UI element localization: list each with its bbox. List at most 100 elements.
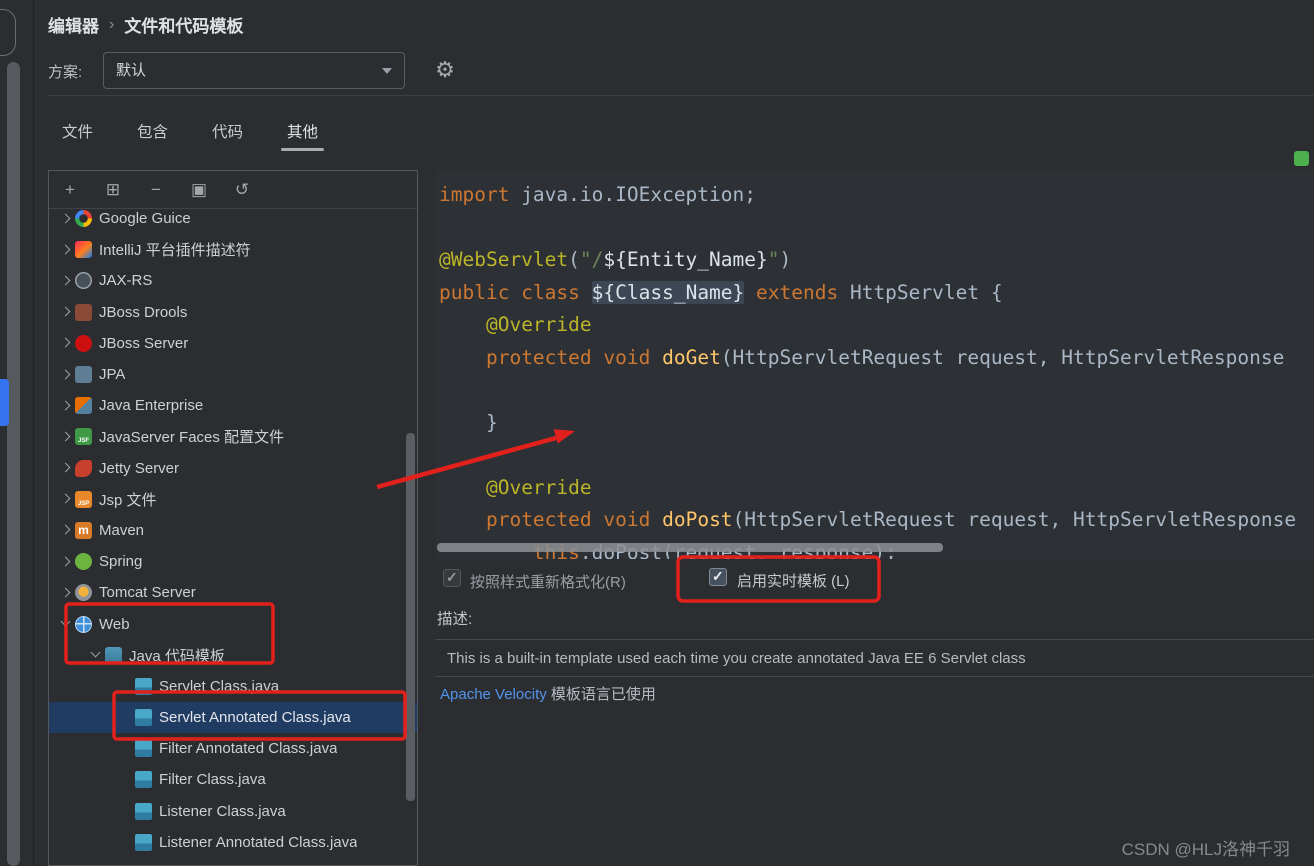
templates-panel: + ⊞ − ▣ ↺ Google Guice IntelliJ 平台插件描述符JAX-RS… [48, 170, 418, 866]
intellij-icon [75, 241, 92, 258]
breadcrumb-page: 文件和代码模板 [124, 12, 243, 37]
chevron-spacer [117, 771, 135, 789]
servlet-icon [135, 709, 152, 726]
scheme-select[interactable]: 默认 [103, 52, 405, 89]
chevron-spacer [117, 802, 135, 820]
code-line: protected void doGet(HttpServletRequest … [439, 342, 1314, 375]
tree-item-listener-annotated-class-java[interactable]: Listener Annotated Class.java [49, 827, 417, 858]
duplicate-template-icon[interactable]: ▣ [190, 180, 208, 200]
settings-nav-scrollbar[interactable] [7, 62, 20, 866]
web-icon [75, 616, 92, 633]
tab-代码[interactable]: 代码 [190, 114, 265, 152]
tree-item-jboss-drools[interactable]: JBoss Drools [49, 297, 417, 328]
settings-nav-selection-indicator [0, 379, 9, 426]
tree-item-jax-rs[interactable]: JAX-RS [49, 265, 417, 296]
chevron-expanded-icon[interactable] [57, 615, 75, 633]
apache-velocity-link[interactable]: Apache Velocity [440, 686, 547, 703]
reformat-checkbox[interactable] [443, 569, 461, 587]
chevron-collapsed-icon[interactable] [57, 521, 75, 539]
tree-item-jetty-server[interactable]: Jetty Server [49, 453, 417, 484]
code-content: import java.io.IOException; @WebServlet(… [435, 170, 1314, 559]
reset-template-icon[interactable]: ↺ [233, 180, 251, 200]
template-code-editor[interactable]: import java.io.IOException; @WebServlet(… [435, 170, 1314, 559]
tree-item-servlet-class-java[interactable]: Servlet Class.java [49, 671, 417, 702]
breadcrumb: 编辑器 › 文件和代码模板 [48, 12, 243, 37]
scheme-settings-button[interactable]: ⚙ [431, 55, 459, 85]
chevron-spacer [117, 709, 135, 727]
tree-item-google-guice[interactable]: Google Guice [49, 209, 417, 234]
code-line: protected void doPost(HttpServletRequest… [439, 504, 1314, 537]
chevron-spacer [117, 833, 135, 851]
tree-item-jsp[interactable]: Jsp 文件 [49, 484, 417, 515]
chevron-collapsed-icon[interactable] [57, 210, 75, 228]
chevron-down-icon [382, 68, 392, 74]
tree-item-label: Servlet Annotated Class.java [159, 709, 351, 726]
remove-template-icon[interactable]: − [147, 180, 165, 200]
tree-scrollbar[interactable] [406, 433, 415, 801]
tree-item-label: JBoss Server [99, 335, 188, 352]
gear-icon: ⚙ [435, 57, 455, 82]
tree-item-label: Google Guice [99, 210, 191, 227]
tree-item-tomcat-server[interactable]: Tomcat Server [49, 577, 417, 608]
tree-item-maven[interactable]: Maven [49, 515, 417, 546]
tree-item-filter-annotated-class-java[interactable]: Filter Annotated Class.java [49, 733, 417, 764]
tree-item-listener-class-java[interactable]: Listener Class.java [49, 796, 417, 827]
tree-item-label: JBoss Drools [99, 304, 187, 321]
maven-icon [75, 522, 92, 539]
tree-item-servlet-annotated-class-java[interactable]: Servlet Annotated Class.java [49, 702, 417, 733]
jsf-icon [75, 428, 92, 445]
chevron-collapsed-icon[interactable] [57, 272, 75, 290]
tree-item-filter-class-java[interactable]: Filter Class.java [49, 764, 417, 795]
tree-item-row-21[interactable] [49, 858, 417, 865]
tree-item-label: Web [99, 616, 130, 633]
scheme-selected-value: 默认 [116, 62, 146, 79]
tab-包含[interactable]: 包含 [115, 114, 190, 152]
jboss-icon [75, 335, 92, 352]
horizontal-scrollbar[interactable] [437, 543, 943, 552]
tab-其他[interactable]: 其他 [265, 114, 340, 152]
tab-文件[interactable]: 文件 [40, 114, 115, 152]
chevron-collapsed-icon[interactable] [57, 334, 75, 352]
header-separator [48, 95, 1314, 96]
tree-toolbar: + ⊞ − ▣ ↺ [49, 171, 417, 209]
chevron-collapsed-icon[interactable] [57, 584, 75, 602]
code-line: @Override [439, 472, 1314, 505]
spring-icon [75, 553, 92, 570]
tree-item-jpa[interactable]: JPA [49, 359, 417, 390]
reformat-checkbox-label[interactable]: 按照样式重新格式化(R) [470, 571, 626, 592]
watermark: CSDN @HLJ洛神千羽 [1122, 835, 1290, 860]
inspections-status-icon[interactable] [1294, 151, 1309, 166]
code-line: @Override [439, 309, 1314, 342]
chevron-collapsed-icon[interactable] [57, 459, 75, 477]
chevron-collapsed-icon[interactable] [57, 490, 75, 508]
chevron-collapsed-icon[interactable] [57, 366, 75, 384]
servlet-icon [135, 834, 152, 851]
settings-nav-edge [0, 0, 33, 866]
tree-item-javaserver-faces[interactable]: JavaServer Faces 配置文件 [49, 421, 417, 452]
tree-item-spring[interactable]: Spring [49, 546, 417, 577]
tree-item-java-enterprise[interactable]: Java Enterprise [49, 390, 417, 421]
code-line [439, 374, 1314, 407]
velocity-suffix: 模板语言已使用 [547, 686, 656, 703]
tree-item-web[interactable]: Web [49, 608, 417, 639]
description-text: This is a built-in template used each ti… [435, 639, 1314, 677]
chevron-collapsed-icon[interactable] [57, 303, 75, 321]
chevron-collapsed-icon[interactable] [57, 428, 75, 446]
live-template-checkbox-label[interactable]: 启用实时模板 (L) [737, 570, 850, 591]
chevron-expanded-icon[interactable] [87, 646, 105, 664]
tree-item-label: JavaServer Faces 配置文件 [99, 426, 284, 447]
breadcrumb-section[interactable]: 编辑器 [48, 12, 99, 37]
live-template-checkbox[interactable] [709, 568, 727, 586]
chevron-collapsed-icon[interactable] [57, 553, 75, 571]
add-template-icon[interactable]: + [61, 180, 79, 200]
create-child-template-icon[interactable]: ⊞ [104, 180, 122, 200]
chevron-collapsed-icon[interactable] [57, 397, 75, 415]
tree-item-intellij[interactable]: IntelliJ 平台插件描述符 [49, 234, 417, 265]
chevron-spacer [117, 740, 135, 758]
breadcrumb-separator-icon: › [109, 16, 114, 34]
tree-item-java[interactable]: Java 代码模板 [49, 640, 417, 671]
tree-item-label: Listener Class.java [159, 803, 286, 820]
chevron-collapsed-icon[interactable] [57, 241, 75, 259]
tree-item-jboss-server[interactable]: JBoss Server [49, 328, 417, 359]
settings-search-field-fragment [0, 9, 16, 56]
